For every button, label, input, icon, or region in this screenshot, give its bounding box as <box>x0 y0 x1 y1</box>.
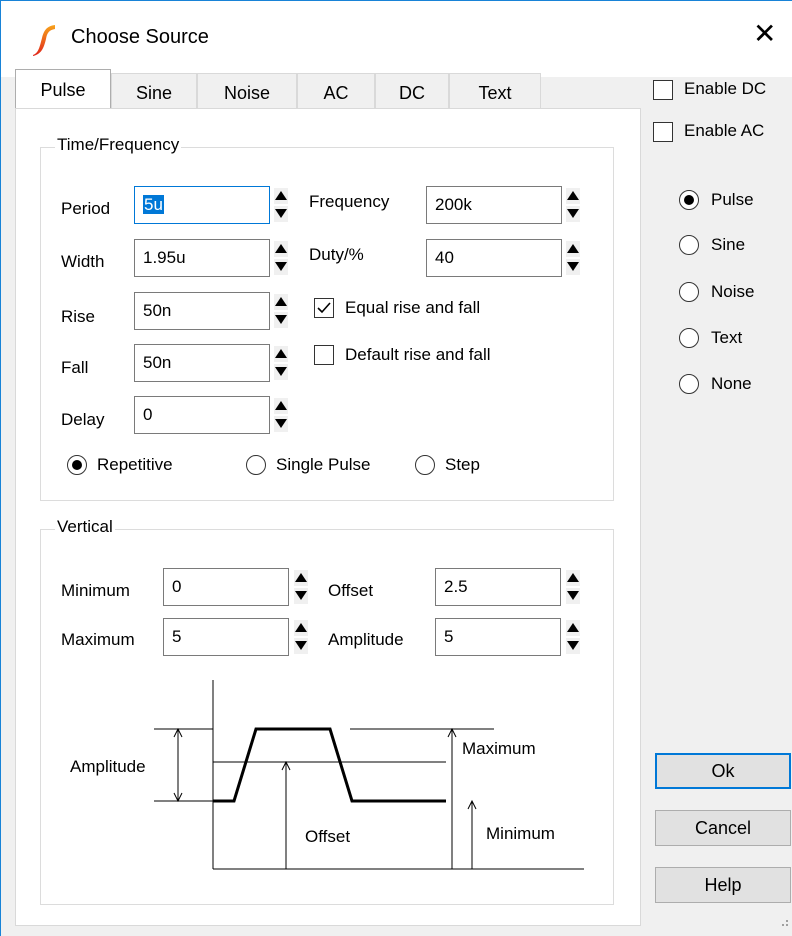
tab-dc[interactable]: DC <box>375 73 449 109</box>
tab-panel-pulse: Time/Frequency Period 5u Width 1.95u Ris… <box>15 108 641 926</box>
help-button[interactable]: Help <box>655 867 791 903</box>
diagram-maximum-label: Maximum <box>462 739 536 758</box>
source-type-pulse-label[interactable]: Pulse <box>711 190 754 210</box>
source-type-text-radio[interactable] <box>679 328 699 348</box>
enable-ac-label[interactable]: Enable AC <box>684 121 764 141</box>
tab-pulse[interactable]: Pulse <box>15 69 111 111</box>
tab-noise[interactable]: Noise <box>197 73 297 109</box>
source-type-noise-radio[interactable] <box>679 282 699 302</box>
pulse-diagram <box>154 680 584 870</box>
source-type-text-label[interactable]: Text <box>711 328 742 348</box>
diagram-amplitude-label: Amplitude <box>70 757 146 776</box>
tab-sine[interactable]: Sine <box>111 73 197 109</box>
choose-source-dialog: Choose Source ✕ Pulse Sine Noise AC DC T… <box>0 0 792 936</box>
enable-dc-label[interactable]: Enable DC <box>684 79 766 99</box>
close-icon[interactable]: ✕ <box>753 17 776 50</box>
enable-dc-checkbox[interactable] <box>653 80 673 100</box>
tab-text[interactable]: Text <box>449 73 541 109</box>
enable-ac-checkbox[interactable] <box>653 122 673 142</box>
resize-grip-icon[interactable] <box>779 919 789 929</box>
title-bar: Choose Source ✕ <box>1 1 792 77</box>
source-type-none-radio[interactable] <box>679 374 699 394</box>
app-logo-icon <box>33 25 55 56</box>
source-type-none-label[interactable]: None <box>711 374 752 394</box>
diagram-offset-label: Offset <box>305 827 351 846</box>
window-title: Choose Source <box>71 26 209 48</box>
cancel-button[interactable]: Cancel <box>655 810 791 846</box>
tab-ac[interactable]: AC <box>297 73 375 109</box>
diagram-minimum-label: Minimum <box>486 824 555 843</box>
source-type-sine-radio[interactable] <box>679 235 699 255</box>
ok-button[interactable]: Ok <box>655 753 791 789</box>
source-type-pulse-radio[interactable] <box>679 190 699 210</box>
source-type-noise-label[interactable]: Noise <box>711 282 754 302</box>
source-type-sine-label[interactable]: Sine <box>711 235 745 255</box>
